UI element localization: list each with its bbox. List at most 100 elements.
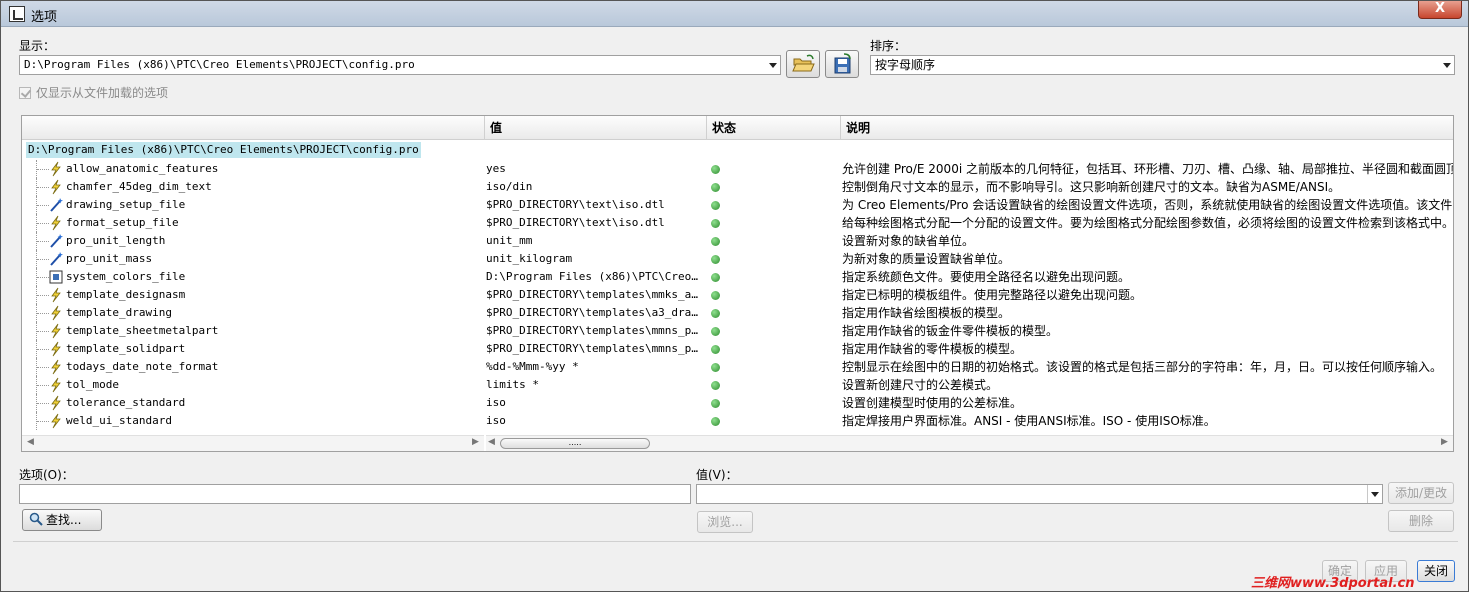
footer-divider xyxy=(13,541,1458,542)
status-ok-icon xyxy=(711,309,720,318)
option-description: 控制倒角尺寸文本的显示，而不影响导引。这只影响新创建尺寸的文本。缺省为ASME/… xyxy=(842,180,1341,194)
option-name: format_setup_file xyxy=(66,216,179,229)
option-description: 指定用作缺省的零件模板的模型。 xyxy=(842,342,1023,356)
status-ok-icon xyxy=(711,219,720,228)
status-ok-icon xyxy=(711,237,720,246)
horizontal-scrollbar-right[interactable]: ◀ ..... ▶ xyxy=(486,435,1453,451)
config-file-root[interactable]: D:\Program Files (x86)\PTC\Creo Elements… xyxy=(26,142,421,158)
option-value: unit_kilogram xyxy=(486,252,573,265)
status-ok-icon xyxy=(711,327,720,336)
option-description: 设置创建模型时使用的公差标准。 xyxy=(842,396,1023,410)
status-ok-icon xyxy=(711,273,720,282)
option-value: iso xyxy=(486,414,506,427)
display-file-value: D:\Program Files (x86)\PTC\Creo Elements… xyxy=(24,58,415,71)
option-description: 指定焊接用户界面标准。ANSI - 使用ANSI标准。ISO - 使用ISO标准… xyxy=(842,414,1216,428)
lightning-icon xyxy=(48,287,64,303)
table-row[interactable]: pro_unit_length unit_mm 设置新对象的缺省单位。 xyxy=(22,232,1453,250)
lightning-icon xyxy=(48,395,64,411)
table-row[interactable]: tol_mode limits * 设置新创建尺寸的公差模式。 xyxy=(22,376,1453,394)
option-name-input[interactable] xyxy=(19,484,691,504)
scroll-thumb[interactable]: ..... xyxy=(500,438,650,449)
table-row[interactable]: drawing_setup_file $PRO_DIRECTORY\text\is… xyxy=(22,196,1453,214)
column-header-value[interactable]: 值 xyxy=(484,116,706,140)
option-description: 为 Creo Elements/Pro 会话设置缺省的绘图设置文件选项，否则，系… xyxy=(842,198,1453,212)
chevron-down-icon[interactable] xyxy=(769,63,777,68)
scroll-left-icon[interactable]: ◀ xyxy=(488,437,495,447)
status-ok-icon xyxy=(711,363,720,372)
sort-combo[interactable]: 按字母顺序 xyxy=(870,55,1455,75)
table-row[interactable]: template_designasm $PRO_DIRECTORY\templat… xyxy=(22,286,1453,304)
sort-value: 按字母顺序 xyxy=(875,58,936,72)
folder-open-icon xyxy=(792,54,815,72)
find-button[interactable]: 查找... xyxy=(22,509,102,531)
column-header-status[interactable]: 状态 xyxy=(706,116,840,140)
table-row[interactable]: chamfer_45deg_dim_text iso/din 控制倒角尺寸文本的显示… xyxy=(22,178,1453,196)
option-value: limits * xyxy=(486,378,539,391)
lightning-icon xyxy=(48,161,64,177)
option-value: iso xyxy=(486,396,506,409)
table-row[interactable]: template_sheetmetalpart $PRO_DIRECTORY\te… xyxy=(22,322,1453,340)
table-row[interactable]: allow_anatomic_features yes 允许创建 Pro/E 200… xyxy=(22,160,1453,178)
table-row[interactable]: weld_ui_standard iso 指定焊接用户界面标准。ANSI - 使用A… xyxy=(22,412,1453,430)
option-value: $PRO_DIRECTORY\templates\a3_drawi... xyxy=(486,306,704,319)
option-value: $PRO_DIRECTORY\templates\mmks_asm... xyxy=(486,288,704,301)
table-row[interactable]: format_setup_file $PRO_DIRECTORY\text\iso… xyxy=(22,214,1453,232)
table-row[interactable]: system_colors_file D:\Program Files (x86)… xyxy=(22,268,1453,286)
chevron-down-icon[interactable] xyxy=(1371,492,1379,497)
screen-icon xyxy=(48,269,64,285)
lightning-icon xyxy=(48,323,64,339)
option-description: 设置新创建尺寸的公差模式。 xyxy=(842,378,999,392)
status-ok-icon xyxy=(711,165,720,174)
option-name: system_colors_file xyxy=(66,270,186,283)
option-description: 指定用作缺省的钣金件零件模板的模型。 xyxy=(842,324,1059,338)
status-ok-icon xyxy=(711,399,720,408)
options-table: 值 状态 说明 D:\Program Files (x86)\PTC\Creo … xyxy=(21,115,1454,452)
option-name: pro_unit_mass xyxy=(66,252,153,265)
option-value: unit_mm xyxy=(486,234,533,247)
option-value-combo[interactable] xyxy=(696,484,1383,504)
show-loaded-only-checkbox[interactable]: 仅显示从文件加载的选项 xyxy=(19,84,168,101)
lightning-icon xyxy=(48,377,64,393)
table-row[interactable]: tolerance_standard iso 设置创建模型时使用的公差标准。 xyxy=(22,394,1453,412)
table-row[interactable]: template_solidpart $PRO_DIRECTORY\templat… xyxy=(22,340,1453,358)
status-ok-icon xyxy=(711,183,720,192)
option-value: $PRO_DIRECTORY\templates\mmns_par... xyxy=(486,324,704,337)
scroll-left-icon[interactable]: ◀ xyxy=(27,437,34,447)
open-file-button[interactable] xyxy=(786,50,820,78)
scroll-right-icon[interactable]: ▶ xyxy=(472,437,479,447)
scroll-right-icon[interactable]: ▶ xyxy=(1441,437,1448,447)
status-ok-icon xyxy=(711,381,720,390)
value-field-label: 值(V)： xyxy=(696,468,738,482)
options-dialog: 选项 X 显示： D:\Program Files (x86)\PTC\Creo… xyxy=(0,0,1469,592)
option-name: chamfer_45deg_dim_text xyxy=(66,180,212,193)
save-icon xyxy=(834,53,851,74)
delete-button[interactable]: 删除 xyxy=(1388,510,1454,532)
close-button[interactable]: 关闭 xyxy=(1417,560,1455,582)
option-field-label: 选项(O)： xyxy=(19,468,74,482)
value-dropdown-toggle[interactable] xyxy=(1367,485,1382,503)
lightning-icon xyxy=(48,413,64,429)
option-description: 为新对象的质量设置缺省单位。 xyxy=(842,252,1011,266)
column-header-description[interactable]: 说明 xyxy=(840,116,1453,140)
window-close-button[interactable]: X xyxy=(1418,1,1462,19)
option-name: allow_anatomic_features xyxy=(66,162,219,175)
option-name: template_sheetmetalpart xyxy=(66,324,219,337)
table-row[interactable]: todays_date_note_format %dd-%Mmm-%yy * 控制显… xyxy=(22,358,1453,376)
horizontal-scrollbar-left[interactable]: ◀ ▶ xyxy=(22,435,484,451)
chevron-down-icon[interactable] xyxy=(1443,63,1451,68)
show-loaded-only-label: 仅显示从文件加载的选项 xyxy=(36,86,169,100)
display-file-combo[interactable]: D:\Program Files (x86)\PTC\Creo Elements… xyxy=(19,55,781,75)
wand-icon xyxy=(48,251,64,267)
add-change-button[interactable]: 添加/更改 xyxy=(1388,482,1454,504)
save-file-button[interactable] xyxy=(825,50,859,78)
option-value: %dd-%Mmm-%yy * xyxy=(486,360,579,373)
table-row[interactable]: pro_unit_mass unit_kilogram 为新对象的质量设置缺省单位。 xyxy=(22,250,1453,268)
wand-icon xyxy=(48,197,64,213)
browse-button[interactable]: 浏览... xyxy=(697,511,753,533)
lightning-icon xyxy=(48,305,64,321)
lightning-icon xyxy=(48,215,64,231)
option-name: tol_mode xyxy=(66,378,119,391)
checkbox-box[interactable] xyxy=(19,87,31,99)
lightning-icon xyxy=(48,179,64,195)
table-row[interactable]: template_drawing $PRO_DIRECTORY\templates… xyxy=(22,304,1453,322)
